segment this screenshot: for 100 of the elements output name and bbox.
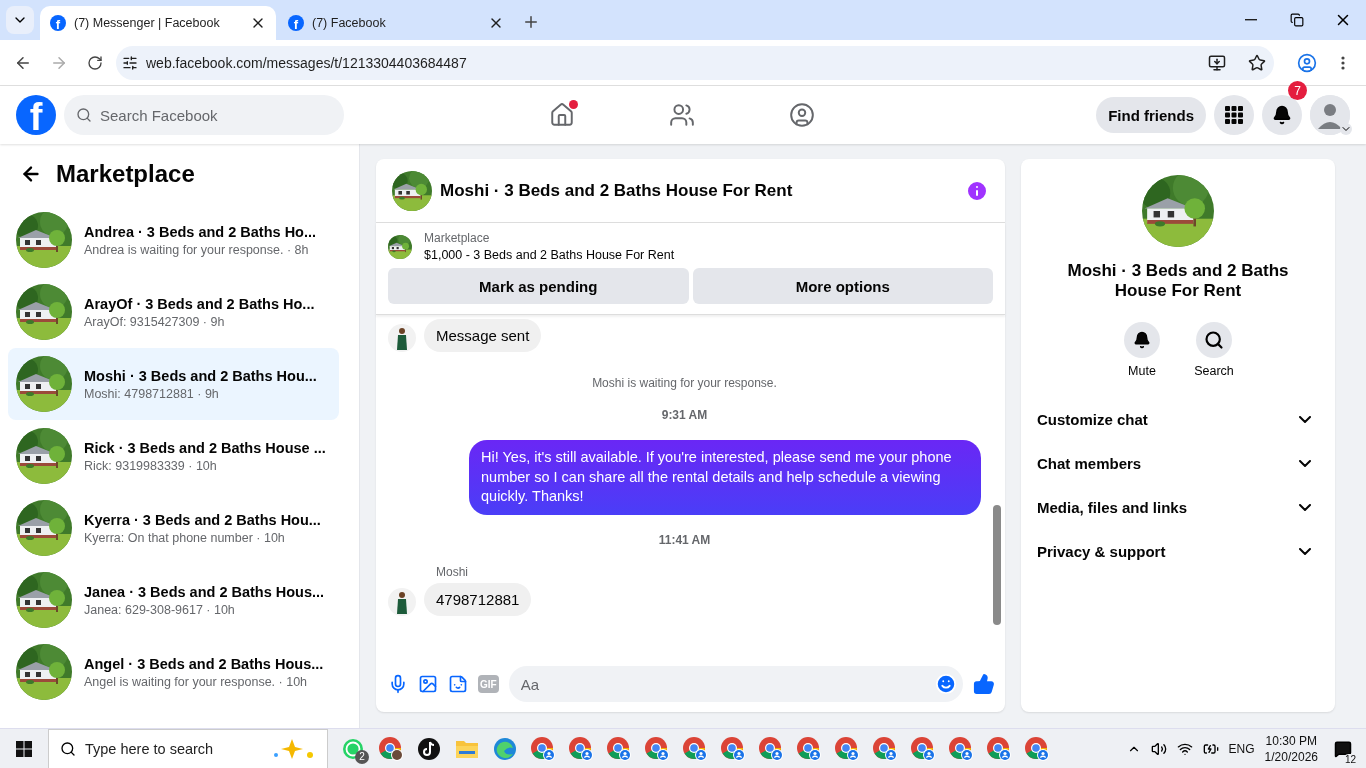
profile-icon — [1297, 52, 1317, 73]
chrome-icon — [644, 735, 670, 762]
message-bubble: Message sent — [424, 319, 542, 352]
notifications-button[interactable] — [1262, 95, 1302, 135]
bookmark-icon[interactable] — [1248, 53, 1266, 72]
section-header[interactable]: Privacy & support — [1037, 529, 1319, 574]
taskbar-search-field[interactable]: Type here to search — [48, 728, 328, 768]
chevron-icon — [1299, 416, 1311, 424]
windows-icon — [16, 740, 32, 757]
conversation-preview: Andrea is waiting for your response. · 8h — [84, 242, 310, 257]
chat-app-icon — [341, 736, 365, 761]
conversation-item[interactable]: Janea · 3 Beds and 2 Baths Hous... Janea: 629-308-9617 · 10h — [8, 564, 339, 636]
restore-icon — [1290, 13, 1304, 27]
chat-title: Moshi · 3 Beds and 2 Baths House For Rent — [440, 180, 794, 201]
sidebar-title: Marketplace — [56, 160, 195, 188]
microphone-icon[interactable] — [388, 674, 408, 694]
plus-icon — [522, 13, 540, 31]
message-bubble: 4798712881 — [424, 582, 532, 616]
volume-icon[interactable] — [1150, 740, 1167, 757]
reload-icon — [87, 54, 103, 71]
avatar-icon — [388, 324, 416, 352]
chevron-icon — [1299, 548, 1311, 556]
listing-action-button[interactable]: More options — [692, 268, 993, 304]
listing-action-button[interactable]: Mark as pending — [388, 268, 689, 304]
action-button[interactable] — [1124, 321, 1160, 358]
taskbar-app[interactable]: 2 — [334, 728, 372, 768]
conversation-preview: Rick: 9319983339 · 10h — [84, 458, 218, 473]
emoji-icon[interactable] — [935, 673, 957, 695]
menu-button[interactable] — [1214, 95, 1254, 135]
listing-label: Marketplace — [424, 231, 491, 245]
friends-icon — [669, 102, 695, 128]
chrome-icon — [568, 735, 594, 762]
chrome-icon — [834, 735, 860, 762]
music-note-icon — [417, 736, 441, 761]
browser-tab[interactable]: f (7) Facebook — [278, 6, 514, 40]
image-icon[interactable] — [418, 674, 438, 694]
bell-icon — [1272, 105, 1292, 125]
conversation-item[interactable]: Angel · 3 Beds and 2 Baths Hous... Angel is waiting for your response. · 10h — [8, 636, 339, 708]
find-friends-button[interactable]: Find friends — [1096, 97, 1206, 133]
site-settings-icon[interactable] — [122, 54, 138, 71]
timestamp: 11:41 AM — [658, 532, 711, 547]
chrome-icon — [758, 735, 784, 762]
search-icon — [60, 740, 76, 757]
clock[interactable]: 10:30 PM 1/20/2026 — [1264, 733, 1318, 764]
address-bar[interactable]: web.facebook.com/messages/t/1213304403684487 — [116, 45, 1274, 80]
conversation-item[interactable]: Moshi · 3 Beds and 2 Baths Hou... Moshi: 4798712881 · 9h — [8, 348, 339, 420]
facebook-logo[interactable]: f — [16, 95, 56, 135]
bell-icon — [1133, 330, 1151, 349]
tab-title: (7) Facebook — [312, 16, 387, 30]
section-header[interactable]: Media, files and links — [1037, 485, 1319, 530]
conversation-item[interactable]: Rick · 3 Beds and 2 Baths House ... Rick: 9319983339 · 10h — [8, 420, 339, 492]
message-bubble: Hi! Yes, it's still available. If you're interested, please send me your phone number so I can share all the rental details and help schedule a viewing quickly. Thanks! — [469, 440, 981, 515]
grid-icon — [1225, 106, 1243, 124]
minimize-icon — [1245, 19, 1257, 21]
conversation-item[interactable]: ArayOf · 3 Beds and 2 Baths Ho... ArayOf: 9315427309 · 9h — [8, 276, 339, 348]
action-button[interactable] — [1196, 321, 1232, 358]
action-label: Mute — [1128, 363, 1156, 378]
browser-tab[interactable]: f (7) Messenger | Facebook — [40, 6, 276, 40]
conversation-preview: Janea: 629-308-9617 · 10h — [84, 602, 236, 617]
chrome-icon — [530, 735, 556, 762]
install-icon[interactable] — [1208, 53, 1226, 72]
tab-list-button[interactable] — [6, 6, 34, 34]
message-field[interactable]: Aa — [508, 666, 963, 702]
app-badge: 2 — [355, 749, 369, 764]
conversation-item[interactable]: Kyerra · 3 Beds and 2 Baths Hou... Kyerra: On that phone number · 10h — [8, 492, 339, 564]
search-field[interactable]: Search Facebook — [64, 95, 344, 135]
facebook-icon: f — [288, 15, 304, 31]
section-header[interactable]: Chat members — [1037, 441, 1319, 486]
account-button[interactable] — [1310, 95, 1350, 135]
chrome-icon — [682, 735, 708, 762]
folder-icon — [455, 738, 479, 759]
url-text: web.facebook.com/messages/t/1213304403684487 — [146, 54, 468, 71]
sender-name: Moshi — [435, 564, 469, 579]
like-icon[interactable] — [973, 673, 995, 695]
chrome-icon — [606, 735, 632, 762]
chrome-icon — [796, 735, 822, 762]
home-icon — [549, 102, 575, 128]
conversation-item[interactable]: Andrea · 3 Beds and 2 Baths Ho... Andrea is waiting for your response. · 8h — [8, 204, 339, 276]
search-icon — [76, 107, 92, 123]
conversation-title: Rick · 3 Beds and 2 Baths House ... — [84, 439, 326, 456]
language-indicator[interactable]: ENG — [1228, 741, 1255, 756]
notification-center-button[interactable]: 12 — [1328, 728, 1358, 768]
groups-icon — [789, 102, 815, 128]
chevron-icon — [1299, 460, 1311, 468]
timestamp: 9:31 AM — [661, 408, 708, 422]
action-label: Search — [1194, 363, 1234, 378]
menu-icon — [1341, 55, 1345, 70]
status-notice: Moshi is waiting for your response. — [592, 375, 777, 390]
avatar-icon — [388, 587, 416, 616]
facebook-icon: f — [50, 15, 66, 31]
conversation-title: Moshi · 3 Beds and 2 Baths Hou... — [84, 367, 317, 384]
section-header[interactable]: Customize chat — [1037, 397, 1319, 442]
conversation-preview: ArayOf: 9315427309 · 9h — [84, 314, 226, 329]
avatar-icon — [1310, 95, 1350, 135]
search-icon — [1204, 329, 1224, 350]
sticker-icon[interactable] — [448, 674, 468, 694]
conversation-preview: Kyerra: On that phone number · 10h — [84, 530, 286, 545]
conversation-preview: Angel is waiting for your response. · 10h — [84, 674, 309, 689]
listing-title: $1,000 - 3 Beds and 2 Baths House For Rent — [424, 248, 675, 262]
chrome-icon — [986, 735, 1012, 762]
